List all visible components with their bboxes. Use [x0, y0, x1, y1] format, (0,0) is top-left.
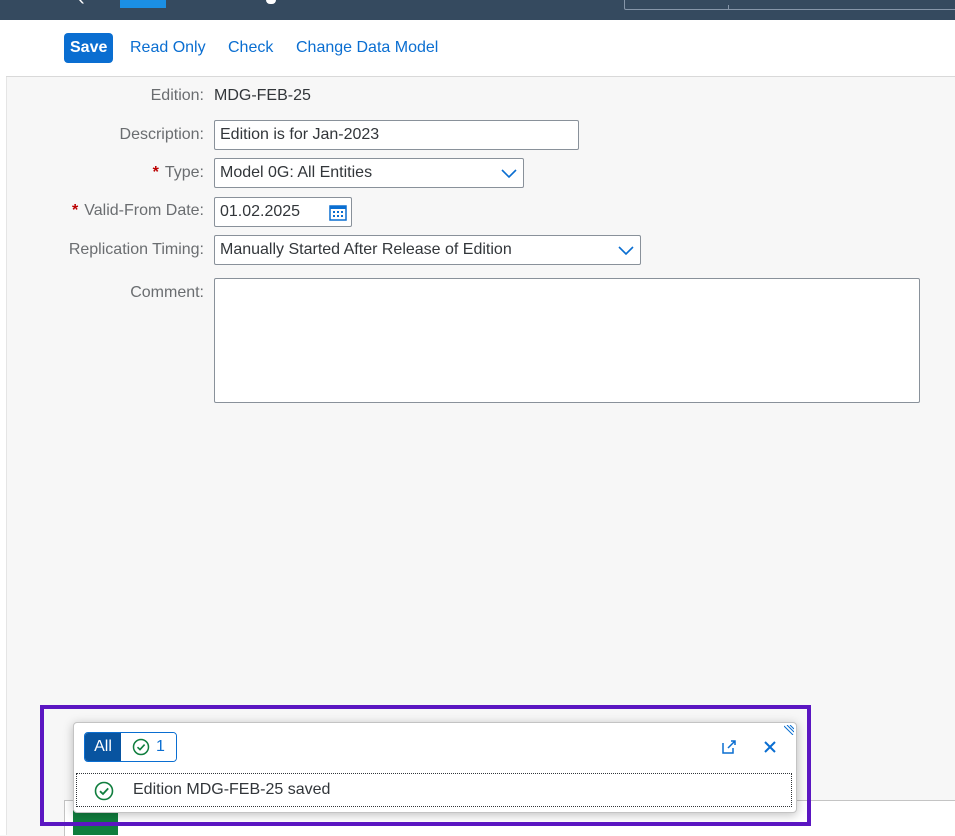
shell-bar: ‹	[0, 0, 955, 20]
chevron-down-icon[interactable]	[501, 167, 517, 179]
edition-label: Edition:	[150, 87, 204, 104]
app-title-fragment	[266, 0, 276, 4]
edition-value: MDG-FEB-25	[214, 87, 311, 104]
search-input[interactable]	[624, 0, 955, 10]
type-label-group: * Type:	[153, 164, 204, 182]
back-icon[interactable]: ‹	[78, 0, 85, 11]
calendar-icon[interactable]	[328, 203, 348, 221]
comment-textarea[interactable]	[214, 278, 920, 403]
application-toolbar: Save Read Only Check Change Data Model	[6, 20, 955, 77]
valid-from-label-group: * Valid-From Date:	[72, 202, 204, 220]
required-marker: *	[72, 202, 79, 219]
valid-from-label: Valid-From Date:	[84, 202, 204, 219]
valid-from-date-value: 01.02.2025	[220, 203, 301, 220]
chevron-down-icon[interactable]	[618, 244, 634, 256]
description-input[interactable]: Edition is for Jan-2023	[214, 120, 579, 150]
valid-from-date-input[interactable]: 01.02.2025	[214, 197, 352, 227]
type-select-value: Model 0G: All Entities	[220, 164, 373, 181]
check-button[interactable]: Check	[222, 33, 279, 63]
comment-label: Comment:	[130, 284, 204, 301]
highlight-frame	[40, 705, 811, 826]
change-data-model-button[interactable]: Change Data Model	[290, 33, 444, 63]
sap-logo[interactable]	[120, 0, 166, 8]
type-select[interactable]: Model 0G: All Entities	[214, 158, 524, 188]
replication-timing-value: Manually Started After Release of Editio…	[220, 241, 512, 258]
save-button[interactable]: Save	[64, 33, 113, 63]
description-label: Description:	[119, 126, 204, 143]
replication-timing-label: Replication Timing:	[68, 241, 204, 258]
type-label: Type:	[164, 164, 204, 181]
left-edge	[0, 20, 7, 835]
replication-timing-select[interactable]: Manually Started After Release of Editio…	[214, 235, 641, 265]
read-only-button[interactable]: Read Only	[124, 33, 212, 63]
required-marker: *	[152, 164, 159, 181]
